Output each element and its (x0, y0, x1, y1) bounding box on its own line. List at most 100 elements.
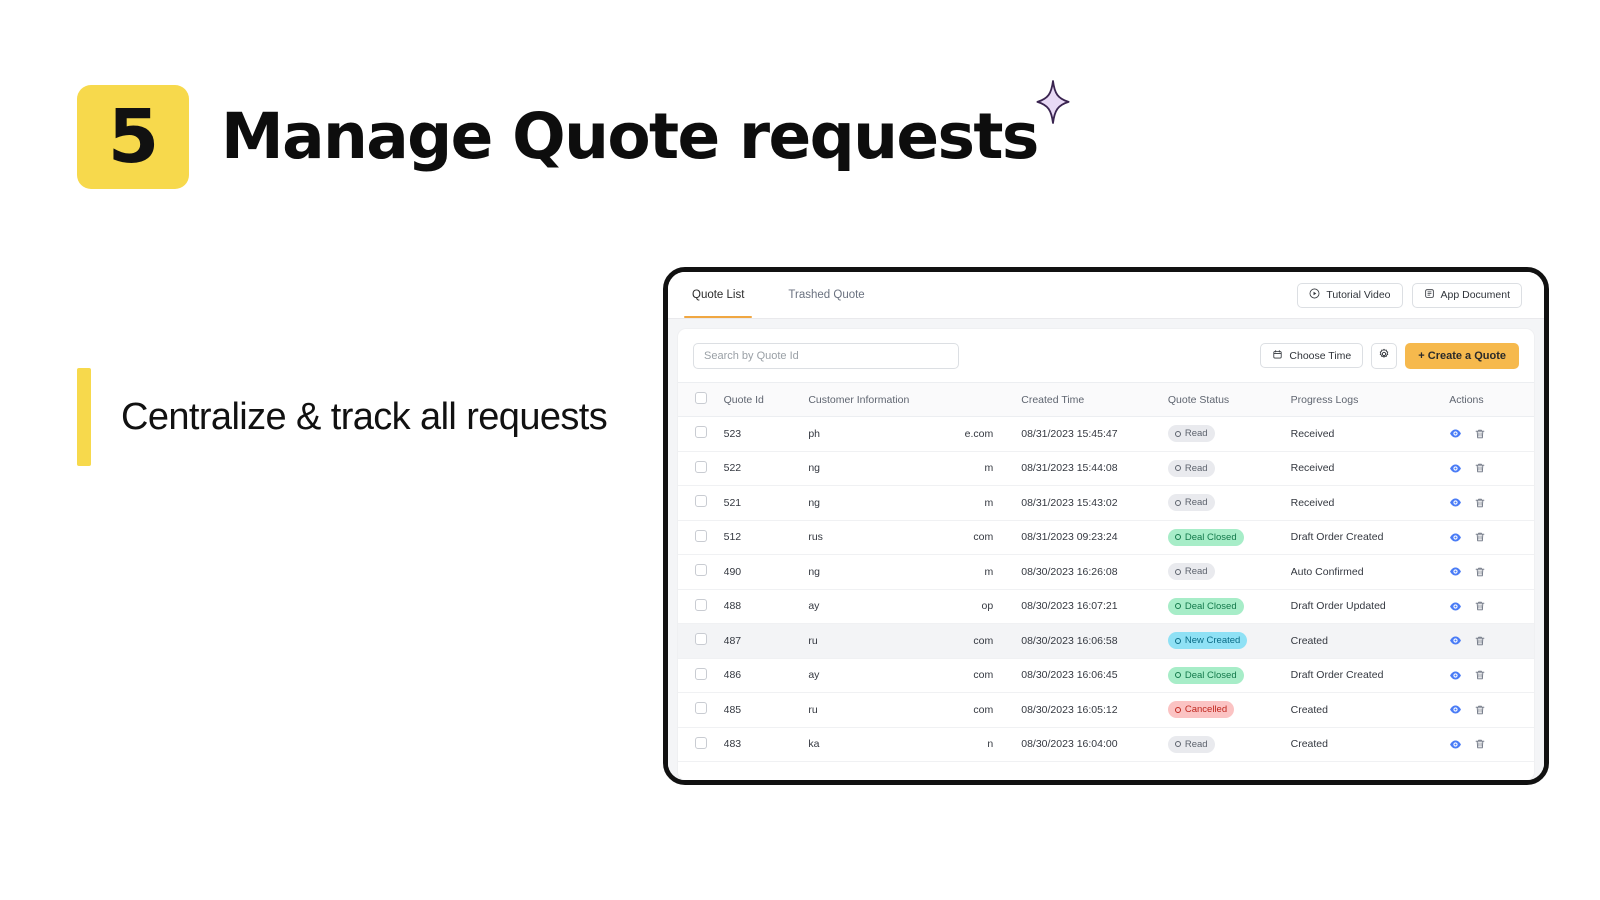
status-dot-icon (1174, 430, 1181, 437)
calendar-icon (1272, 349, 1283, 363)
row-select-cell (678, 485, 724, 521)
row-checkbox[interactable] (695, 598, 707, 611)
row-checkbox[interactable] (695, 426, 707, 439)
quote-table-wrap: Quote Id Customer Information Created Ti… (678, 382, 1534, 780)
eye-icon[interactable] (1449, 634, 1462, 647)
row-select-cell (678, 658, 724, 693)
table-row[interactable]: 490 ng m 08/30/2023 16:26:08 Read Auto Confir… (678, 554, 1534, 590)
trash-icon[interactable] (1474, 462, 1486, 474)
row-select-cell (678, 520, 724, 555)
cell-customer-info: ay com (808, 658, 1022, 693)
eye-icon[interactable] (1449, 496, 1462, 509)
eye-icon[interactable] (1449, 427, 1462, 440)
table-row[interactable]: 483 ka n 08/30/2023 16:04:00 Read Created (678, 727, 1534, 762)
trash-icon[interactable] (1474, 635, 1486, 647)
cell-progress-log: Received (1290, 416, 1450, 452)
cell-customer-info: ph e.com (808, 416, 1022, 452)
status-badge-label: Cancelled (1184, 704, 1228, 715)
trash-icon[interactable] (1474, 704, 1486, 716)
row-checkbox[interactable] (695, 529, 707, 542)
header-quote-status: Quote Status (1167, 382, 1291, 417)
status-dot-icon (1174, 672, 1181, 679)
trash-icon[interactable] (1474, 738, 1486, 750)
customer-prefix: ng (808, 462, 821, 475)
table-row[interactable]: 488 ay op 08/30/2023 16:07:21 Deal Closed Dra… (678, 589, 1534, 624)
cell-quote-status: Read (1167, 485, 1291, 521)
cell-created-time: 08/31/2023 15:43:02 (1021, 485, 1168, 521)
table-row[interactable]: 512 rus com 08/31/2023 09:23:24 Deal Closed D… (678, 520, 1534, 555)
cell-quote-id: 488 (723, 589, 809, 624)
quote-table-head: Quote Id Customer Information Created Ti… (678, 382, 1534, 417)
tab-trashed-quote[interactable]: Trashed Quote (788, 272, 864, 318)
cell-actions (1449, 658, 1534, 693)
settings-button[interactable] (1371, 342, 1398, 369)
cell-progress-log: Created (1290, 727, 1450, 762)
trash-icon[interactable] (1474, 497, 1486, 509)
header-action-group: Tutorial Video App Document (1297, 282, 1522, 308)
device-frame: Quote List Trashed Quote Tutorial Video … (663, 267, 1549, 785)
status-dot-icon (1174, 534, 1181, 541)
row-checkbox[interactable] (695, 495, 707, 508)
status-dot-icon (1174, 568, 1181, 575)
row-checkbox[interactable] (695, 460, 707, 473)
row-checkbox[interactable] (695, 667, 707, 680)
eye-icon[interactable] (1449, 462, 1462, 475)
trash-icon[interactable] (1474, 566, 1486, 578)
cell-actions (1449, 692, 1534, 728)
trash-icon[interactable] (1474, 428, 1486, 440)
cell-quote-id: 487 (723, 623, 809, 659)
eye-icon[interactable] (1449, 565, 1462, 578)
eye-icon[interactable] (1449, 600, 1462, 613)
cell-quote-status: Read (1167, 416, 1291, 452)
cell-quote-id: 521 (723, 485, 809, 521)
app-document-button[interactable]: App Document (1411, 282, 1522, 308)
row-checkbox[interactable] (695, 633, 707, 646)
choose-time-button[interactable]: Choose Time (1260, 343, 1364, 368)
cell-actions (1449, 554, 1534, 590)
tutorial-video-button[interactable]: Tutorial Video (1297, 282, 1403, 308)
tab-quote-list[interactable]: Quote List (683, 272, 753, 318)
customer-suffix: m (984, 565, 994, 578)
row-checkbox[interactable] (695, 736, 707, 749)
customer-prefix: ru (808, 634, 818, 647)
cell-actions (1449, 623, 1534, 659)
row-checkbox[interactable] (695, 564, 707, 577)
table-row[interactable]: 521 ng m 08/31/2023 15:43:02 Read Received (678, 485, 1534, 521)
gear-icon (1378, 348, 1390, 363)
select-all-checkbox[interactable] (695, 392, 707, 404)
eye-icon[interactable] (1449, 531, 1462, 544)
sparkle-icon (1036, 80, 1070, 124)
table-row[interactable]: 523 ph e.com 08/31/2023 15:45:47 Read Receive… (678, 416, 1534, 452)
tab-quote-list-label: Quote List (692, 289, 745, 301)
cell-quote-status: Cancelled (1167, 692, 1291, 728)
quote-table: Quote Id Customer Information Created Ti… (678, 382, 1534, 762)
eye-icon[interactable] (1449, 738, 1462, 751)
trash-icon[interactable] (1474, 669, 1486, 681)
table-row[interactable]: 487 ru com 08/30/2023 16:06:58 New Created Cr… (678, 623, 1534, 659)
cell-quote-id: 485 (723, 692, 809, 728)
cell-created-time: 08/31/2023 15:45:47 (1021, 416, 1168, 452)
status-badge-label: Read (1184, 566, 1208, 577)
trash-icon[interactable] (1474, 600, 1486, 612)
status-dot-icon (1174, 603, 1181, 610)
table-row[interactable]: 522 ng m 08/31/2023 15:44:08 Read Received (678, 451, 1534, 486)
status-badge-label: Read (1184, 497, 1208, 508)
table-row[interactable]: 485 ru com 08/30/2023 16:05:12 Cancelled Crea… (678, 692, 1534, 728)
customer-suffix: m (984, 496, 994, 509)
row-select-cell (678, 692, 724, 728)
row-checkbox[interactable] (695, 702, 707, 715)
slide-heading: 5 Manage Quote requests (77, 80, 1070, 189)
customer-prefix: ru (808, 703, 818, 716)
eye-icon[interactable] (1449, 703, 1462, 716)
search-input[interactable] (693, 342, 959, 369)
table-row[interactable]: 486 ay com 08/30/2023 16:06:45 Deal Closed Dr… (678, 658, 1534, 693)
cell-progress-log: Received (1290, 451, 1450, 486)
cell-actions (1449, 485, 1534, 521)
create-quote-button[interactable]: + Create a Quote (1405, 342, 1519, 369)
trash-icon[interactable] (1474, 531, 1486, 543)
customer-prefix: ay (808, 600, 820, 613)
cell-quote-id: 522 (723, 451, 809, 486)
cell-created-time: 08/30/2023 16:06:58 (1021, 623, 1168, 659)
eye-icon[interactable] (1449, 669, 1462, 682)
customer-suffix: e.com (964, 427, 994, 440)
